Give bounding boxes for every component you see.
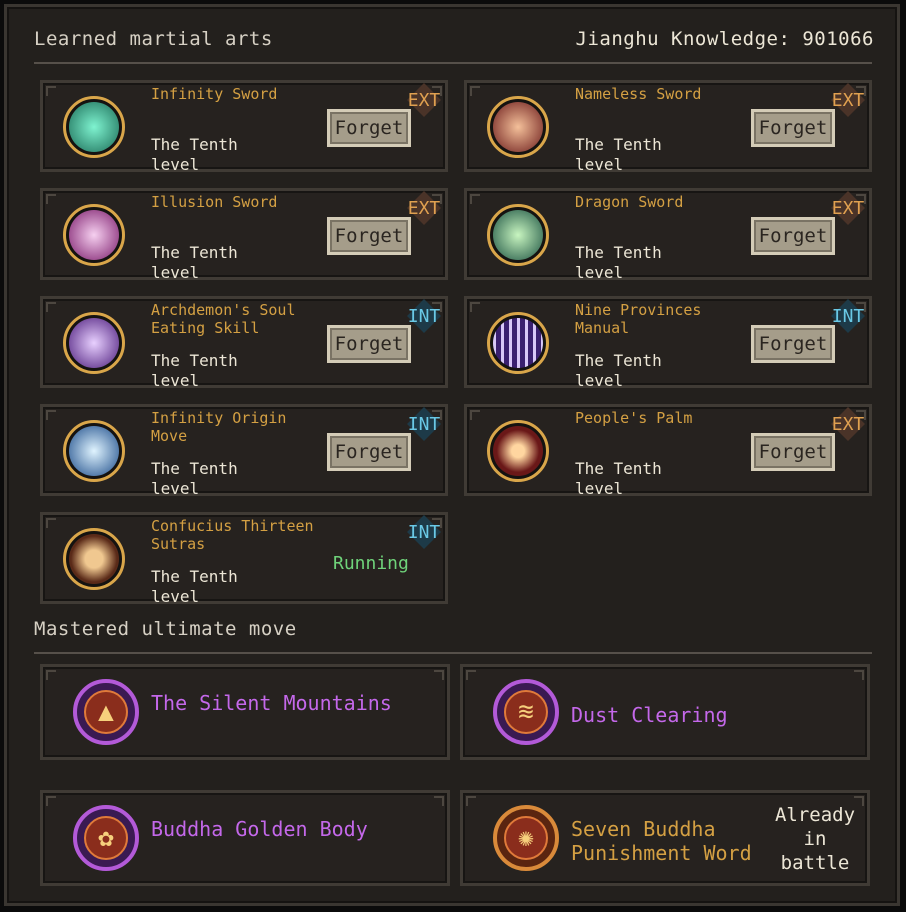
ultimate-name: Seven Buddha Punishment Word	[571, 817, 752, 865]
already-in-battle-status: Already in battle	[774, 804, 856, 874]
art-level: The Tenth level	[151, 459, 238, 498]
wave-icon: ≋	[493, 679, 559, 745]
forget-button[interactable]: Forget	[327, 109, 411, 147]
art-card-confucius: Confucius Thirteen Sutras The Tenth leve…	[40, 512, 448, 606]
art-level: The Tenth level	[575, 243, 662, 282]
ext-tag: EXT	[405, 83, 443, 117]
art-level: The Tenth level	[151, 243, 238, 282]
art-card-infinity-sword: Infinity Sword The Tenth level Forget EX…	[40, 80, 448, 174]
art-name: Infinity Origin Move	[151, 409, 287, 445]
sword-icon	[487, 96, 549, 158]
ultimate-card-seven-buddha[interactable]: ✺ Seven Buddha Punishment Word Already i…	[460, 790, 870, 886]
ultimate-card-silent-mountains[interactable]: ▲ The Silent Mountains	[40, 664, 450, 760]
divider	[34, 62, 872, 64]
divider	[34, 652, 872, 654]
ultimate-name: Buddha Golden Body	[151, 817, 368, 841]
int-tag: INT	[405, 299, 443, 333]
mandala-icon: ✺	[493, 805, 559, 871]
art-level: The Tenth level	[575, 459, 662, 498]
ultimate-card-dust-clearing[interactable]: ≋ Dust Clearing	[460, 664, 870, 760]
art-name: Infinity Sword	[151, 85, 278, 103]
art-level: The Tenth level	[575, 351, 662, 390]
sword-icon	[63, 96, 125, 158]
art-name: Archdemon's Soul Eating Skill	[151, 301, 296, 337]
art-level: The Tenth level	[151, 351, 238, 390]
forget-button[interactable]: Forget	[327, 217, 411, 255]
ext-tag: EXT	[829, 191, 867, 225]
art-card-nine-provinces: Nine Provinces Manual The Tenth level Fo…	[464, 296, 872, 390]
forget-button[interactable]: Forget	[751, 325, 835, 363]
vortex-icon	[63, 312, 125, 374]
forget-button[interactable]: Forget	[751, 217, 835, 255]
jianghu-knowledge: Jianghu Knowledge: 901066	[575, 28, 874, 50]
forget-button[interactable]: Forget	[751, 433, 835, 471]
art-card-infinity-origin: Infinity Origin Move The Tenth level For…	[40, 404, 448, 498]
art-name: Illusion Sword	[151, 193, 278, 211]
ultimate-name: The Silent Mountains	[151, 691, 392, 715]
lotus-icon: ✿	[73, 805, 139, 871]
ultimate-title: Mastered ultimate move	[34, 618, 297, 640]
int-tag: INT	[829, 299, 867, 333]
sword-icon	[487, 204, 549, 266]
art-level: The Tenth level	[151, 135, 238, 174]
art-level: The Tenth level	[151, 567, 238, 606]
meditation-icon	[63, 528, 125, 590]
art-card-peoples-palm: People's Palm The Tenth level Forget EXT	[464, 404, 872, 498]
learned-arts-title: Learned martial arts	[34, 28, 273, 50]
sword-icon	[63, 204, 125, 266]
art-level: The Tenth level	[575, 135, 662, 174]
art-card-illusion-sword: Illusion Sword The Tenth level Forget EX…	[40, 188, 448, 282]
int-tag: INT	[405, 407, 443, 441]
burst-icon	[487, 420, 549, 482]
forget-button[interactable]: Forget	[327, 325, 411, 363]
ext-tag: EXT	[829, 83, 867, 117]
mountain-icon: ▲	[73, 679, 139, 745]
art-name: Nine Provinces Manual	[575, 301, 702, 337]
pillars-icon	[487, 312, 549, 374]
art-name: Confucius Thirteen Sutras	[151, 517, 314, 553]
ultimate-card-buddha-golden-body[interactable]: ✿ Buddha Golden Body	[40, 790, 450, 886]
ext-tag: EXT	[405, 191, 443, 225]
art-card-nameless-sword: Nameless Sword The Tenth level Forget EX…	[464, 80, 872, 174]
forget-button[interactable]: Forget	[327, 433, 411, 471]
int-tag: INT	[405, 515, 443, 549]
art-card-dragon-sword: Dragon Sword The Tenth level Forget EXT	[464, 188, 872, 282]
swirl-icon	[63, 420, 125, 482]
running-status: Running	[333, 553, 409, 574]
art-card-archdemon: Archdemon's Soul Eating Skill The Tenth …	[40, 296, 448, 390]
art-name: Nameless Sword	[575, 85, 702, 103]
ext-tag: EXT	[829, 407, 867, 441]
forget-button[interactable]: Forget	[751, 109, 835, 147]
art-name: People's Palm	[575, 409, 693, 427]
art-name: Dragon Sword	[575, 193, 684, 211]
ultimate-name: Dust Clearing	[571, 703, 728, 727]
